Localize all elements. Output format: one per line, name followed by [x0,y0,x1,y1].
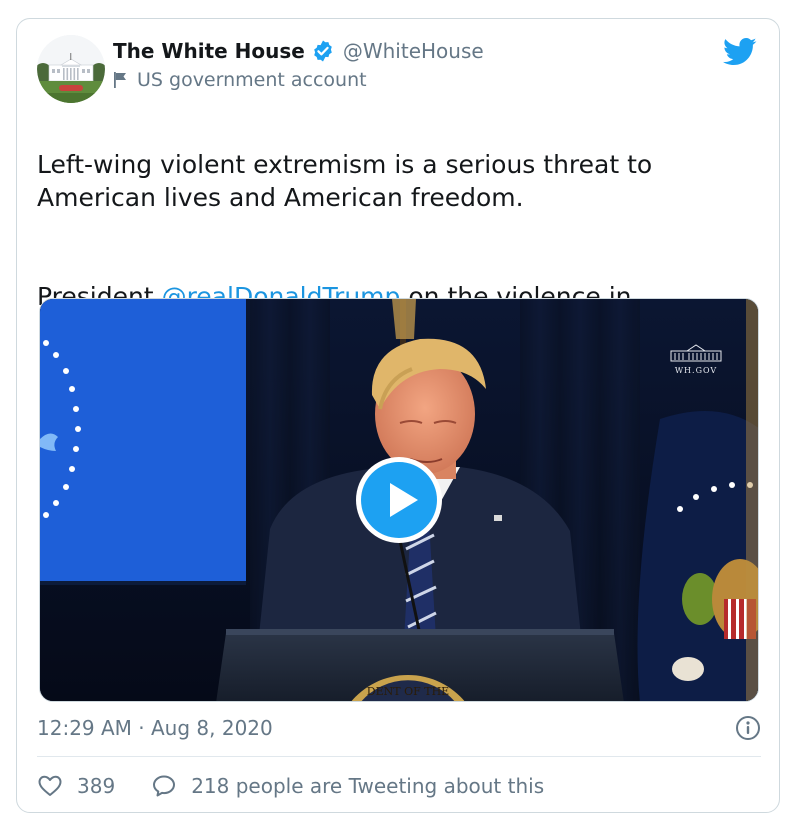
handle[interactable]: @WhiteHouse [343,39,484,63]
divider [37,756,761,757]
author-name-row[interactable]: The White House @WhiteHouse [113,39,484,63]
podium-seal-text: DENT OF THE [367,685,449,698]
twitter-bird-icon[interactable] [723,37,757,67]
like-action[interactable]: 389 [37,773,115,799]
play-icon [356,457,442,543]
wh-gov-watermark: WH.GOV [666,343,726,375]
tweet-actions: 389 218 people are Tweeting about this [37,771,544,801]
speech-bubble-icon [153,775,176,797]
watermark-text: WH.GOV [674,366,718,375]
timestamp[interactable]: 12:29 AM · Aug 8, 2020 [37,716,273,740]
tweeting-count: 218 people are Tweeting about this [191,774,545,798]
verified-badge-icon [311,39,335,63]
white-house-avatar-image [37,35,105,103]
video-player[interactable]: DENT OF THE WH.GOV [39,298,759,702]
flag-icon [113,71,129,89]
white-house-watermark-icon [670,344,722,362]
avatar[interactable] [37,35,105,103]
heart-icon [38,775,62,796]
account-label-text: US government account [137,69,367,91]
tweet-card[interactable]: The White House @WhiteHouse US governmen… [16,18,780,813]
info-icon[interactable] [735,715,761,741]
tweet-paragraph-1: Left-wing violent extremism is a serious… [37,150,653,212]
account-label[interactable]: US government account [113,69,367,91]
display-name[interactable]: The White House [113,39,305,63]
like-count: 389 [77,774,116,798]
tweet-meta: 12:29 AM · Aug 8, 2020 [37,715,761,741]
conversation-action[interactable]: 218 people are Tweeting about this [151,773,544,799]
play-button[interactable] [354,455,444,545]
